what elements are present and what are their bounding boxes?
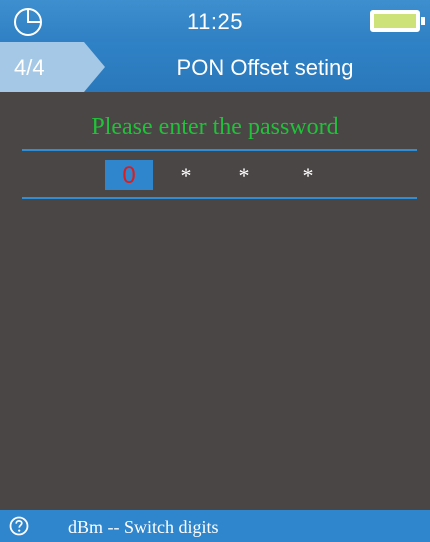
- divider-top: [22, 149, 417, 151]
- battery-icon: [370, 10, 425, 32]
- page-indicator-label: 4/4: [14, 55, 45, 80]
- status-bar: 11:25: [0, 0, 430, 42]
- clock-time: 11:25: [187, 9, 243, 34]
- screen-title: PON Offset seting: [176, 55, 354, 80]
- password-prompt: Please enter the password: [91, 114, 339, 140]
- password-digit-2[interactable]: *: [162, 160, 210, 190]
- password-digit-3[interactable]: *: [220, 160, 268, 190]
- hint-text: dBm -- Switch digits: [68, 517, 219, 537]
- battery-level: [374, 14, 416, 28]
- hint-bar: dBm -- Switch digits: [0, 510, 430, 542]
- title-bar: 4/4 PON Offset seting: [0, 42, 430, 92]
- password-digit-4[interactable]: *: [284, 160, 332, 190]
- help-icon: [9, 516, 29, 536]
- page-indicator: 4/4: [0, 42, 105, 92]
- battery-terminal: [421, 17, 425, 25]
- divider-bottom: [22, 197, 417, 199]
- password-digit-1[interactable]: 0: [105, 160, 153, 190]
